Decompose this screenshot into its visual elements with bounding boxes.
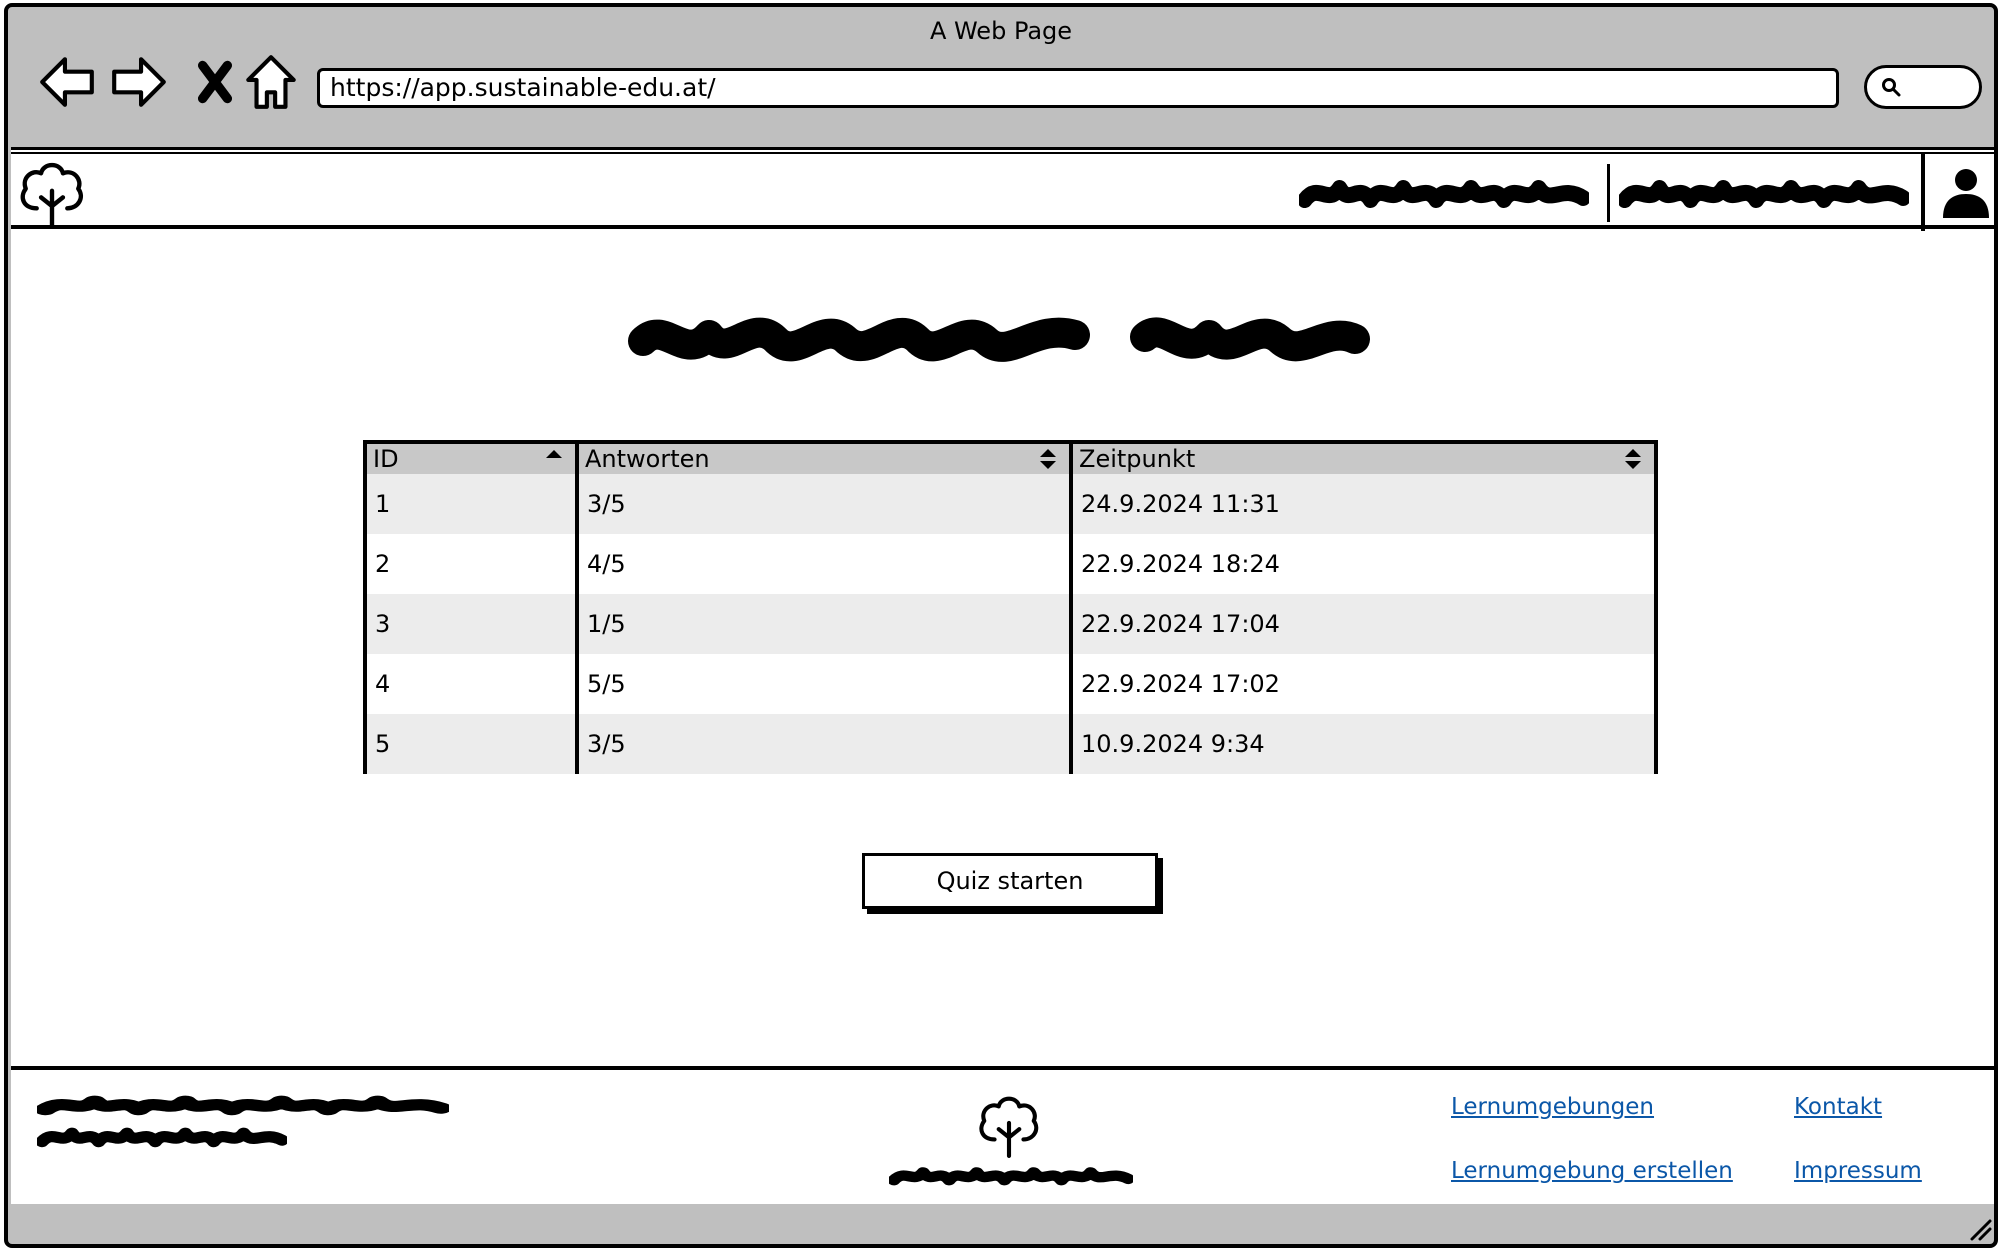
sort-ascending-icon[interactable]: [543, 446, 565, 472]
window-title: A Web Page: [929, 17, 1073, 45]
footer-link-lernumgebungen[interactable]: Lernumgebungen: [1451, 1094, 1654, 1120]
address-bar[interactable]: https://app.sustainable-edu.at/: [317, 68, 1839, 108]
footer-link-contact[interactable]: Kontakt: [1794, 1094, 1882, 1120]
cell-id: 4: [367, 654, 579, 714]
app-header: [11, 152, 1994, 231]
footer-link-imprint[interactable]: Impressum: [1794, 1158, 1922, 1184]
start-quiz-button[interactable]: Quiz starten: [862, 853, 1158, 909]
tree-logo-icon[interactable]: [17, 158, 87, 228]
column-header-id[interactable]: ID: [367, 444, 579, 474]
nav-item-redacted[interactable]: [1619, 172, 1909, 212]
cell-time: 22.9.2024 17:04: [1071, 594, 1654, 654]
cell-answers: 3/5: [577, 714, 1073, 774]
cell-answers: 3/5: [577, 474, 1073, 534]
cell-answers: 5/5: [577, 654, 1073, 714]
header-divider: [1921, 154, 1925, 231]
close-x-icon[interactable]: [184, 51, 246, 113]
resize-grip-icon[interactable]: [1966, 1215, 1994, 1243]
page-title-redacted: [628, 317, 1370, 362]
page-viewport: ID Antworten Zeitpunkt 1 3/5 24.9.2024 1…: [11, 147, 1994, 1204]
browser-search-field[interactable]: [1864, 65, 1982, 109]
user-icon[interactable]: [1941, 166, 1991, 220]
cell-answers: 1/5: [577, 594, 1073, 654]
nav-item-redacted[interactable]: [1299, 172, 1589, 212]
search-icon: [1882, 78, 1901, 97]
footer-link-create-environment[interactable]: Lernumgebung erstellen: [1451, 1158, 1733, 1184]
cell-time: 22.9.2024 17:02: [1071, 654, 1654, 714]
tree-logo-icon[interactable]: [976, 1090, 1042, 1160]
quiz-results-table: ID Antworten Zeitpunkt 1 3/5 24.9.2024 1…: [363, 440, 1658, 774]
cell-id: 5: [367, 714, 579, 774]
sort-icon[interactable]: [1037, 446, 1059, 472]
cell-id: 3: [367, 594, 579, 654]
nav-divider: [1607, 164, 1610, 222]
table-row[interactable]: 4 5/5 22.9.2024 17:02: [367, 654, 1654, 714]
table-row[interactable]: 5 3/5 10.9.2024 9:34: [367, 714, 1654, 774]
cell-id: 2: [367, 534, 579, 594]
cell-time: 24.9.2024 11:31: [1071, 474, 1654, 534]
back-arrow-icon[interactable]: [36, 51, 98, 113]
table-row[interactable]: 3 1/5 22.9.2024 17:04: [367, 594, 1654, 654]
footer-caption-redacted: [889, 1162, 1133, 1188]
forward-arrow-icon[interactable]: [108, 51, 170, 113]
home-icon[interactable]: [240, 51, 302, 113]
column-header-answers[interactable]: Antworten: [577, 444, 1073, 474]
table-row[interactable]: 2 4/5 22.9.2024 18:24: [367, 534, 1654, 594]
table-header-row: ID Antworten Zeitpunkt: [367, 444, 1654, 474]
cell-answers: 4/5: [577, 534, 1073, 594]
app-footer: Lernumgebungen Lernumgebung erstellen Ko…: [11, 1066, 1994, 1204]
cell-time: 22.9.2024 18:24: [1071, 534, 1654, 594]
footer-text-redacted: [37, 1090, 449, 1118]
footer-text-redacted: [37, 1122, 287, 1150]
sort-icon[interactable]: [1622, 446, 1644, 472]
cell-id: 1: [367, 474, 579, 534]
cell-time: 10.9.2024 9:34: [1071, 714, 1654, 774]
browser-window: A Web Page https://app.sustainable-edu.a…: [4, 3, 1998, 1248]
column-header-time[interactable]: Zeitpunkt: [1071, 444, 1654, 474]
table-row[interactable]: 1 3/5 24.9.2024 11:31: [367, 474, 1654, 534]
